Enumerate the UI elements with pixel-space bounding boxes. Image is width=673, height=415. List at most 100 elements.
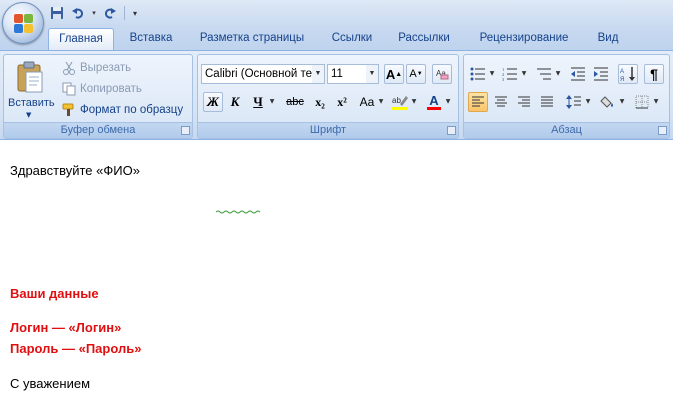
italic-icon: К — [230, 94, 240, 109]
paste-button[interactable]: Вставить ▼ — [8, 59, 55, 121]
change-case-dropdown-icon[interactable]: ▼ — [377, 92, 385, 112]
tab-references[interactable]: Ссылки — [324, 28, 380, 50]
font-name-combo[interactable]: Calibri (Основной те ▼ — [201, 64, 325, 84]
pilcrow-icon: ¶ — [650, 66, 658, 82]
format-painter-button[interactable]: Формат по образцу — [62, 100, 183, 120]
password-line: Пароль — «Пароль» — [10, 341, 142, 356]
underline-dropdown-icon[interactable]: ▼ — [268, 92, 276, 112]
underline-button[interactable]: Ч — [248, 92, 268, 112]
align-left-button[interactable] — [468, 92, 488, 112]
show-formatting-button[interactable]: ¶ — [644, 64, 664, 84]
font-launcher-icon[interactable] — [447, 126, 456, 135]
format-painter-label: Формат по образцу — [80, 104, 184, 116]
align-right-icon — [518, 96, 530, 107]
copy-button[interactable]: Копировать — [62, 79, 142, 99]
superscript-icon: x² — [337, 94, 347, 109]
numbering-dropdown-icon[interactable]: ▼ — [520, 64, 528, 84]
office-button[interactable] — [2, 2, 44, 44]
strikethrough-button[interactable]: abc — [282, 92, 308, 112]
bullets-button[interactable] — [468, 64, 488, 84]
align-left-icon — [472, 96, 484, 107]
font-color-icon: A — [429, 92, 439, 108]
document-area[interactable]: Здравствуйте «ФИО» Ваши данные Логин — «… — [0, 141, 673, 415]
multilevel-list-icon — [537, 68, 551, 80]
paste-icon — [17, 61, 43, 93]
tab-mailings[interactable]: Рассылки — [392, 28, 456, 50]
borders-button[interactable] — [632, 92, 652, 112]
svg-text:Я: Я — [620, 77, 624, 82]
line-spacing-icon — [566, 95, 581, 109]
clear-formatting-icon: Aa — [436, 69, 449, 80]
highlight-button[interactable]: ab — [390, 92, 410, 112]
paste-dropdown-icon[interactable]: ▼ — [26, 111, 31, 119]
multilevel-list-dropdown-icon[interactable]: ▼ — [554, 64, 562, 84]
font-size-dropdown-icon[interactable]: ▼ — [366, 65, 378, 83]
svg-text:ab: ab — [392, 96, 401, 105]
font-group: Calibri (Основной те ▼ 11 ▼ A ▲ A ▼ Aa Ж К… — [197, 54, 459, 139]
grow-font-button[interactable]: A ▲ — [384, 64, 404, 84]
clipboard-group-label: Буфер обмена — [4, 122, 192, 138]
ribbon-tabs: Главная Вставка Разметка страницы Ссылки… — [0, 26, 673, 50]
font-color-dropdown-icon[interactable]: ▼ — [444, 92, 452, 112]
strikethrough-icon: abc — [286, 96, 304, 108]
tab-home[interactable]: Главная — [48, 28, 114, 50]
shading-dropdown-icon[interactable]: ▼ — [618, 92, 626, 112]
cut-button[interactable]: Вырезать — [62, 58, 131, 78]
italic-button[interactable]: К — [225, 92, 245, 112]
paragraph-launcher-icon[interactable] — [658, 126, 667, 135]
grow-font-icon: A — [385, 66, 396, 82]
qat-separator — [124, 6, 125, 20]
ribbon: Вставить ▼ Вырезать Копировать Формат по… — [0, 50, 673, 140]
clear-formatting-button[interactable]: Aa — [432, 64, 452, 84]
bullets-dropdown-icon[interactable]: ▼ — [488, 64, 496, 84]
change-case-icon: Aa — [359, 95, 375, 109]
decrease-indent-button[interactable] — [568, 64, 588, 84]
superscript-button[interactable]: x² — [332, 92, 352, 112]
clipboard-launcher-icon[interactable] — [181, 126, 190, 135]
office-logo-icon — [14, 14, 34, 34]
align-center-button[interactable] — [491, 92, 511, 112]
copy-icon — [62, 82, 76, 96]
line-spacing-dropdown-icon[interactable]: ▼ — [584, 92, 592, 112]
svg-text:3: 3 — [502, 77, 505, 81]
increase-indent-button[interactable] — [591, 64, 611, 84]
highlight-dropdown-icon[interactable]: ▼ — [410, 92, 418, 112]
font-name-value: Calibri (Основной те — [205, 68, 313, 80]
bold-button[interactable]: Ж — [203, 92, 223, 112]
grammar-squiggle — [216, 210, 261, 214]
line-spacing-button[interactable] — [564, 92, 584, 112]
justify-button[interactable] — [537, 92, 557, 112]
svg-text:A: A — [620, 69, 624, 75]
numbering-button[interactable]: 123 — [500, 64, 520, 84]
numbering-icon: 123 — [502, 67, 517, 81]
undo-dropdown-icon[interactable]: ▾ — [90, 4, 98, 22]
title-bar: ▾ ▾ — [0, 0, 673, 26]
font-color-button[interactable]: A — [424, 92, 444, 112]
customize-qat-icon[interactable]: ▾ — [130, 4, 140, 22]
tab-page-layout[interactable]: Разметка страницы — [192, 28, 312, 50]
align-right-button[interactable] — [514, 92, 534, 112]
shading-icon — [600, 96, 613, 108]
shrink-font-button[interactable]: A ▼ — [406, 64, 426, 84]
font-name-dropdown-icon[interactable]: ▼ — [312, 65, 324, 83]
multilevel-list-button[interactable] — [534, 64, 554, 84]
tab-view[interactable]: Вид — [588, 28, 628, 50]
undo-icon[interactable] — [69, 4, 87, 22]
sort-button[interactable]: AЯ — [618, 64, 638, 84]
shading-button[interactable] — [598, 92, 618, 112]
save-icon[interactable] — [48, 4, 66, 22]
tab-review[interactable]: Рецензирование — [468, 28, 580, 50]
decrease-indent-icon — [571, 67, 585, 81]
increase-indent-icon — [594, 67, 608, 81]
justify-icon — [541, 96, 553, 107]
change-case-button[interactable]: Aa — [356, 92, 378, 112]
cut-label: Вырезать — [80, 62, 132, 74]
redo-icon[interactable] — [101, 4, 119, 22]
borders-dropdown-icon[interactable]: ▼ — [652, 92, 660, 112]
subscript-button[interactable]: x₂ — [310, 92, 330, 112]
font-size-combo[interactable]: 11 ▼ — [327, 64, 379, 84]
tab-insert[interactable]: Вставка — [122, 28, 180, 50]
clipboard-group: Вставить ▼ Вырезать Копировать Формат по… — [3, 54, 193, 139]
font-size-value: 11 — [331, 68, 343, 80]
format-painter-icon — [62, 103, 74, 116]
